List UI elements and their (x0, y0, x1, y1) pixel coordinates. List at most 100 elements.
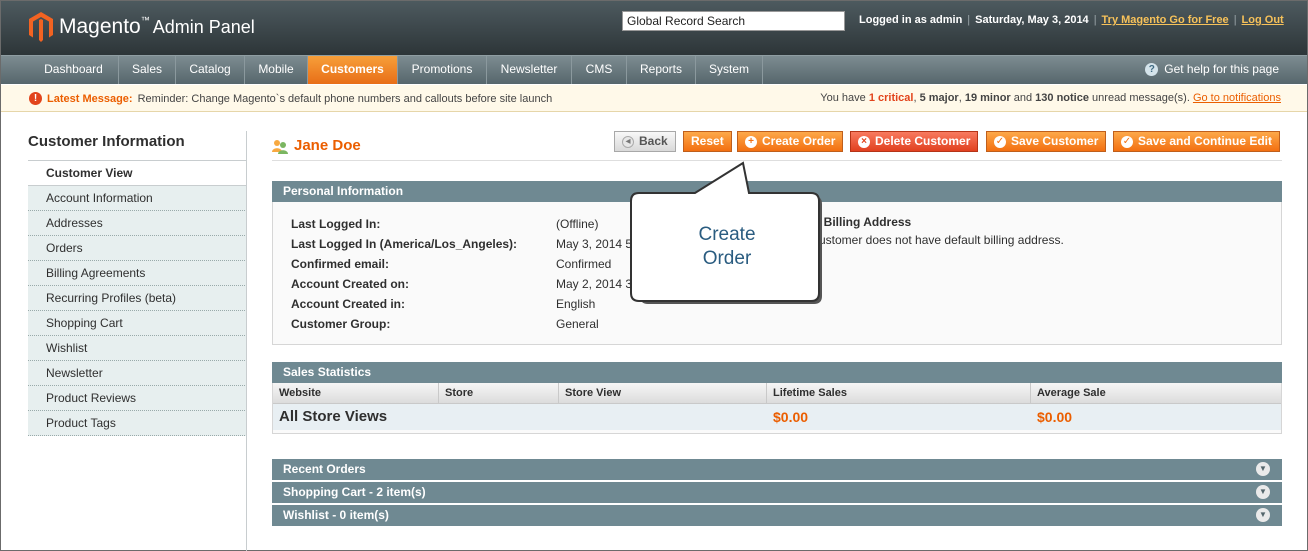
customer-name: Jane Doe (294, 137, 361, 154)
wishlist-label: Wishlist - 0 item(s) (283, 508, 389, 522)
global-search-input[interactable] (622, 11, 845, 31)
date-text: Saturday, May 3, 2014 (975, 14, 1089, 26)
account-created-in-value: English (556, 297, 596, 311)
last-logged-in-la-value: May 3, 2014 5 (556, 237, 633, 251)
account-created-in-label: Account Created in: (291, 297, 406, 311)
sidebar-title: Customer Information (28, 131, 247, 161)
latest-message-label: Latest Message: (47, 92, 133, 105)
error-icon: ! (29, 92, 42, 105)
sidebar-item-account-information[interactable]: Account Information (28, 186, 247, 211)
nav-system[interactable]: System (696, 56, 763, 84)
wishlist-section[interactable]: Wishlist - 0 item(s) ▼ (272, 505, 1282, 526)
back-button-label: Back (639, 134, 668, 148)
sales-statistics-panel: Website Store Store View Lifetime Sales … (272, 383, 1282, 434)
row-all-store-views: All Store Views (279, 408, 388, 425)
sidebar-item-customer-view[interactable]: Customer View (28, 161, 247, 186)
nav-cms[interactable]: CMS (572, 56, 627, 84)
help-link[interactable]: ? Get help for this page (1145, 62, 1279, 76)
create-order-button-label: Create Order (762, 134, 836, 148)
logout-link[interactable]: Log Out (1242, 14, 1284, 26)
default-billing-address-text: ustomer does not have default billing ad… (819, 233, 1064, 247)
go-to-notifications-link[interactable]: Go to notifications (1193, 92, 1281, 104)
chevron-down-icon[interactable]: ▼ (1256, 462, 1270, 476)
save-continue-check-icon: ✓ (1121, 135, 1133, 148)
sidebar-item-billing-agreements[interactable]: Billing Agreements (28, 261, 247, 286)
account-created-on-value: May 2, 2014 3 (556, 277, 633, 291)
add-icon: + (745, 135, 757, 148)
try-magento-go-link[interactable]: Try Magento Go for Free (1102, 14, 1229, 26)
shopping-cart-section[interactable]: Shopping Cart - 2 item(s) ▼ (272, 482, 1282, 503)
column-lifetime-sales[interactable]: Lifetime Sales (767, 383, 1031, 404)
save-and-continue-button[interactable]: ✓ Save and Continue Edit (1113, 131, 1281, 152)
shopping-cart-label: Shopping Cart - 2 item(s) (283, 485, 426, 499)
back-button[interactable]: ◂ Back (614, 131, 676, 152)
row-average-sale: $0.00 (1037, 409, 1073, 425)
nav-sales[interactable]: Sales (119, 56, 176, 84)
save-customer-button-label: Save Customer (1011, 134, 1099, 148)
reset-button-label: Reset (691, 134, 724, 148)
sidebar-item-shopping-cart[interactable]: Shopping Cart (28, 311, 247, 336)
header-links: Logged in as admin | Saturday, May 3, 2014… (859, 14, 1284, 26)
sidebar: Customer Information Customer View Accou… (28, 131, 247, 436)
magento-logo-icon (29, 12, 53, 42)
create-order-button[interactable]: + Create Order (737, 131, 844, 152)
sales-table-header: Website Store Store View Lifetime Sales … (273, 383, 1281, 404)
column-store[interactable]: Store (439, 383, 559, 404)
chevron-down-icon[interactable]: ▼ (1256, 508, 1270, 522)
column-store-view[interactable]: Store View (559, 383, 767, 404)
major-count: 5 major (919, 92, 959, 104)
latest-message-text: Reminder: Change Magento`s default phone… (137, 92, 553, 105)
nav-mobile[interactable]: Mobile (245, 56, 308, 84)
customer-title: Jane Doe (272, 137, 361, 154)
last-logged-in-value: (Offline) (556, 217, 599, 231)
confirmed-email-value: Confirmed (556, 257, 612, 271)
nav-reports[interactable]: Reports (627, 56, 696, 84)
header: Magento™Admin Panel Logged in as admin|S… (1, 1, 1307, 55)
recent-orders-label: Recent Orders (283, 462, 366, 476)
sidebar-item-product-tags[interactable]: Product Tags (28, 411, 247, 436)
save-customer-button[interactable]: ✓ Save Customer (986, 131, 1107, 152)
column-average-sale[interactable]: Average Sale (1031, 383, 1281, 404)
message-bar: ! Latest Message: Reminder: Change Magen… (1, 85, 1307, 112)
notification-summary: You have 1 critical, 5 major, 19 minor a… (820, 92, 1281, 104)
sales-statistics-header: Sales Statistics (272, 362, 1282, 383)
row-lifetime-sales: $0.00 (773, 409, 809, 425)
save-and-continue-button-label: Save and Continue Edit (1138, 134, 1273, 148)
sidebar-item-orders[interactable]: Orders (28, 236, 247, 261)
sidebar-item-newsletter[interactable]: Newsletter (28, 361, 247, 386)
customer-group-label: Customer Group: (291, 317, 391, 331)
back-arrow-icon: ◂ (622, 135, 634, 148)
save-check-icon: ✓ (994, 135, 1006, 148)
sidebar-item-product-reviews[interactable]: Product Reviews (28, 386, 247, 411)
minor-count: 19 minor (964, 92, 1011, 104)
nav-dashboard[interactable]: Dashboard (29, 56, 119, 84)
sidebar-item-recurring-profiles[interactable]: Recurring Profiles (beta) (28, 286, 247, 311)
delete-customer-button[interactable]: × Delete Customer (850, 131, 979, 152)
help-icon: ? (1145, 62, 1159, 76)
nav-newsletter[interactable]: Newsletter (487, 56, 572, 84)
chevron-down-icon[interactable]: ▼ (1256, 485, 1270, 499)
magento-logo[interactable]: Magento™ Admin Panel (29, 12, 255, 42)
callout-text: Create Order (635, 223, 819, 271)
column-website[interactable]: Website (273, 383, 439, 404)
sidebar-divider (246, 131, 247, 551)
delete-icon: × (858, 135, 870, 148)
confirmed-email-label: Confirmed email: (291, 257, 390, 271)
nav-catalog[interactable]: Catalog (176, 56, 245, 84)
callout-line-1: Create (698, 224, 756, 245)
recent-orders-section[interactable]: Recent Orders ▼ (272, 459, 1282, 480)
nav-customers[interactable]: Customers (308, 56, 398, 84)
customer-user-icon (272, 139, 288, 154)
sidebar-item-wishlist[interactable]: Wishlist (28, 336, 247, 361)
table-row: All Store Views $0.00 $0.00 (273, 404, 1281, 430)
nav-promotions[interactable]: Promotions (398, 56, 487, 84)
last-logged-in-label: Last Logged In: (291, 217, 381, 231)
reset-button[interactable]: Reset (683, 131, 732, 152)
logo-text: Magento™ Admin Panel (59, 15, 255, 38)
main-nav: Dashboard Sales Catalog Mobile Customers… (1, 55, 1307, 84)
last-logged-in-la-label: Last Logged In (America/Los_Angeles): (291, 237, 518, 251)
sidebar-item-addresses[interactable]: Addresses (28, 211, 247, 236)
help-text: Get help for this page (1164, 62, 1279, 76)
notice-count: 130 notice (1035, 92, 1089, 104)
logged-in-text: Logged in as admin (859, 14, 963, 26)
